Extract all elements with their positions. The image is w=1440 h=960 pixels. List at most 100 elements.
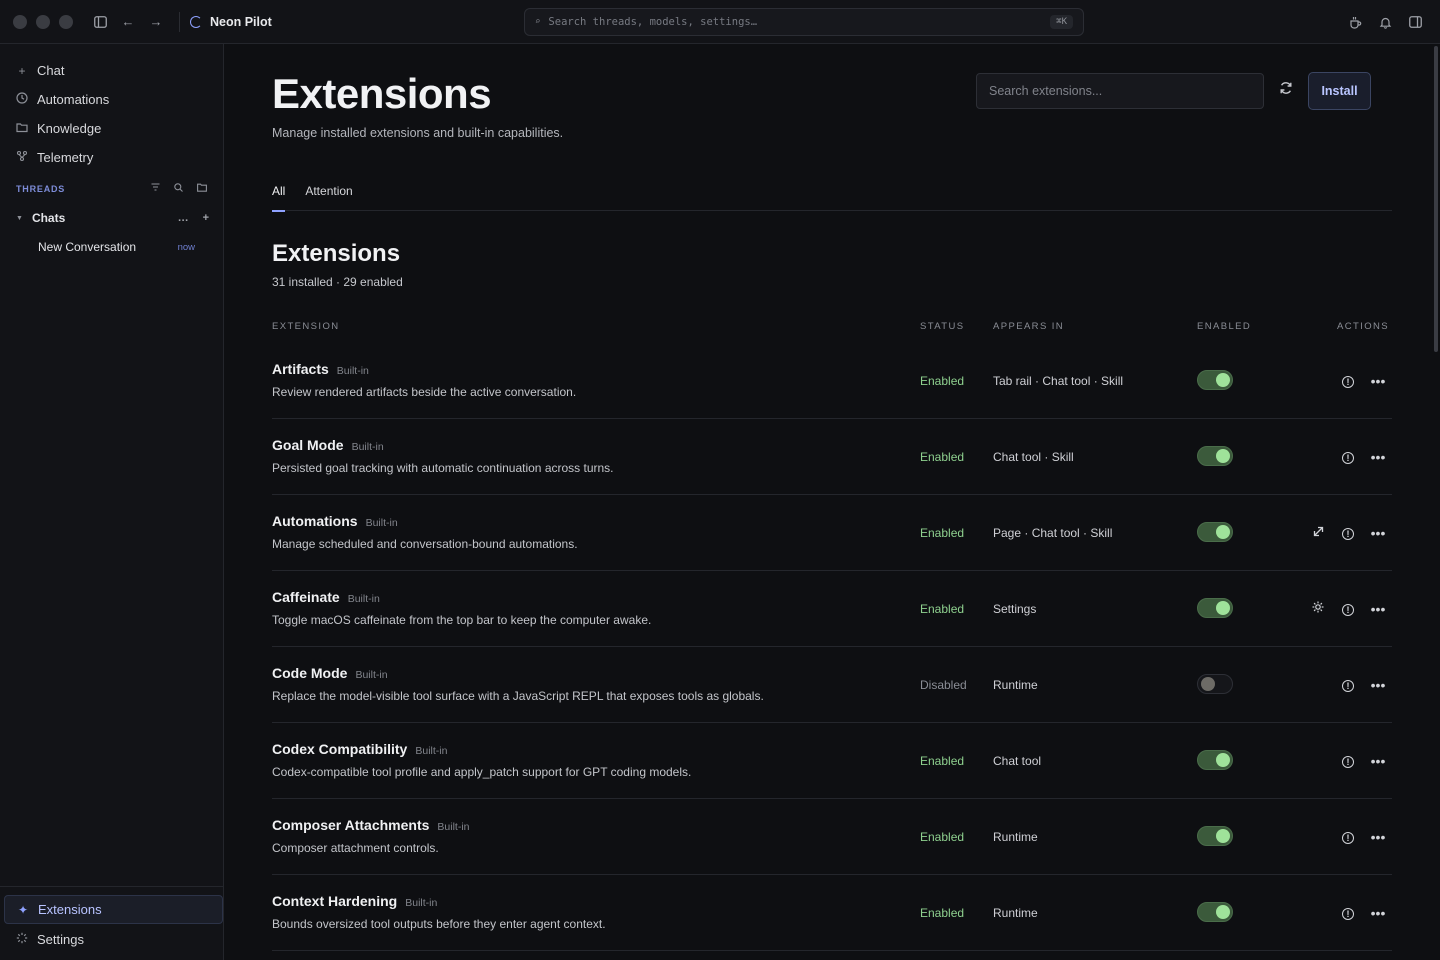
sidebar-item-label: Telemetry: [37, 150, 94, 165]
extension-name: Composer Attachments: [272, 817, 430, 833]
tab-attention[interactable]: Attention: [305, 184, 352, 211]
global-search-placeholder: Search threads, models, settings…: [548, 16, 758, 28]
enabled-toggle[interactable]: [1197, 826, 1233, 846]
coffee-icon[interactable]: [1344, 11, 1366, 33]
toggle-knob: [1216, 373, 1230, 387]
bell-icon[interactable]: [1374, 11, 1396, 33]
sidebar-item-settings[interactable]: Settings: [4, 925, 223, 954]
tab-all[interactable]: All: [272, 184, 286, 212]
extension-name: Goal Mode: [272, 437, 344, 453]
extension-description: Persisted goal tracking with automatic c…: [272, 461, 614, 475]
scrollbar-thumb[interactable]: [1434, 46, 1438, 352]
info-icon[interactable]: !: [1338, 371, 1358, 391]
extension-description: Codex-compatible tool profile and apply_…: [272, 765, 692, 779]
info-icon[interactable]: !: [1338, 599, 1358, 619]
panel-toggle-icon[interactable]: [1404, 11, 1426, 33]
sidebar-item-chat[interactable]: + Chat: [0, 56, 223, 85]
app-title: Neon Pilot: [190, 15, 272, 29]
enabled-toggle[interactable]: [1197, 750, 1233, 770]
enabled-toggle[interactable]: [1197, 598, 1233, 618]
group-tools: … +: [178, 212, 209, 224]
more-actions-icon[interactable]: •••: [1368, 599, 1388, 619]
table-row: Caffeinate Built-in Toggle macOS caffeina…: [272, 571, 1392, 647]
thread-item[interactable]: New Conversation now: [0, 232, 223, 262]
install-button[interactable]: Install: [1308, 72, 1371, 110]
refresh-icon[interactable]: [1275, 81, 1297, 103]
sidebar-item-telemetry[interactable]: Telemetry: [0, 143, 223, 172]
info-icon[interactable]: !: [1338, 827, 1358, 847]
caret-down-icon[interactable]: ▼: [16, 215, 23, 222]
minimize-window-button[interactable]: [36, 14, 50, 29]
appears-in-label: Chat tool · Skill: [993, 450, 1074, 464]
more-actions-icon[interactable]: •••: [1368, 751, 1388, 771]
appears-in-label: Chat tool: [993, 754, 1042, 768]
info-icon[interactable]: !: [1338, 751, 1358, 771]
more-icon[interactable]: …: [178, 212, 189, 224]
extension-description: Manage scheduled and conversation-bound …: [272, 537, 578, 551]
toggle-knob: [1216, 829, 1230, 843]
more-actions-icon[interactable]: •••: [1368, 523, 1388, 543]
sidebar-item-knowledge[interactable]: Knowledge: [0, 114, 223, 143]
more-actions-icon[interactable]: •••: [1368, 903, 1388, 923]
global-search-bar[interactable]: ⌕ Search threads, models, settings… ⌘K: [524, 8, 1084, 36]
extension-description: Composer attachment controls.: [272, 841, 439, 855]
built-in-badge: Built-in: [336, 365, 369, 377]
extension-search-input[interactable]: [976, 73, 1264, 109]
sidebar-item-label: Extensions: [38, 902, 102, 917]
scrollbar[interactable]: [1432, 44, 1440, 960]
more-actions-icon[interactable]: •••: [1368, 371, 1388, 391]
search-icon[interactable]: [174, 183, 183, 195]
close-window-button[interactable]: [13, 14, 27, 29]
more-actions-icon[interactable]: •••: [1368, 827, 1388, 847]
sidebar-item-extensions[interactable]: ✦ Extensions: [4, 895, 223, 924]
enabled-toggle[interactable]: [1197, 674, 1233, 694]
filter-icon[interactable]: [151, 183, 160, 195]
enabled-toggle[interactable]: [1197, 522, 1233, 542]
new-folder-icon[interactable]: [197, 183, 207, 195]
app-logo-icon: [190, 15, 202, 28]
forward-arrow-icon[interactable]: →: [145, 11, 167, 33]
toggle-knob: [1216, 449, 1230, 463]
open-external-icon[interactable]: [1308, 523, 1328, 543]
table-row: Goal Mode Built-in Persisted goal trackin…: [272, 419, 1392, 495]
status-label: Enabled: [920, 830, 965, 844]
zoom-window-button[interactable]: [59, 14, 73, 29]
toggle-knob: [1216, 525, 1230, 539]
more-actions-icon[interactable]: •••: [1368, 447, 1388, 467]
thread-group-chats[interactable]: ▼ Chats … +: [0, 204, 223, 232]
thread-group-label: Chats: [31, 211, 66, 225]
sidebar-item-label: Automations: [37, 92, 110, 107]
info-icon[interactable]: !: [1338, 447, 1358, 467]
info-icon[interactable]: !: [1338, 903, 1358, 923]
enabled-toggle[interactable]: [1197, 370, 1233, 390]
gear-icon[interactable]: [1308, 599, 1328, 619]
status-label: Enabled: [920, 602, 965, 616]
enabled-toggle[interactable]: [1197, 446, 1233, 466]
extension-description: Bounds oversized tool outputs before the…: [272, 917, 606, 931]
enabled-toggle[interactable]: [1197, 902, 1233, 922]
extension-name: Code Mode: [272, 665, 348, 681]
settings-icon: [15, 932, 29, 947]
threads-header: THREADS: [0, 174, 223, 204]
extension-name-wrap: Automations Built-in: [272, 513, 398, 529]
sidebar-item-automations[interactable]: Automations: [0, 85, 223, 114]
info-icon[interactable]: !: [1338, 675, 1358, 695]
extension-name: Context Hardening: [272, 893, 398, 909]
extension-name: Automations: [272, 513, 358, 529]
extension-description: Review rendered artifacts beside the act…: [272, 385, 577, 399]
toggle-knob: [1216, 905, 1230, 919]
table-row: Composer Attachments Built-in Composer at…: [272, 799, 1392, 875]
status-label: Enabled: [920, 526, 965, 540]
add-thread-icon[interactable]: +: [203, 212, 209, 224]
extension-name-wrap: Caffeinate Built-in: [272, 589, 380, 605]
more-actions-icon[interactable]: •••: [1368, 675, 1388, 695]
extension-description: Replace the model-visible tool surface w…: [272, 689, 764, 703]
thread-title: New Conversation: [38, 240, 137, 254]
appears-in-label: Runtime: [993, 906, 1038, 920]
back-arrow-icon[interactable]: ←: [117, 11, 139, 33]
info-icon[interactable]: !: [1338, 523, 1358, 543]
built-in-badge: Built-in: [405, 897, 438, 909]
table-row: Artifacts Built-in Review rendered artifa…: [272, 343, 1392, 419]
sidebar-toggle-icon[interactable]: [89, 11, 111, 33]
status-label: Disabled: [920, 678, 967, 692]
